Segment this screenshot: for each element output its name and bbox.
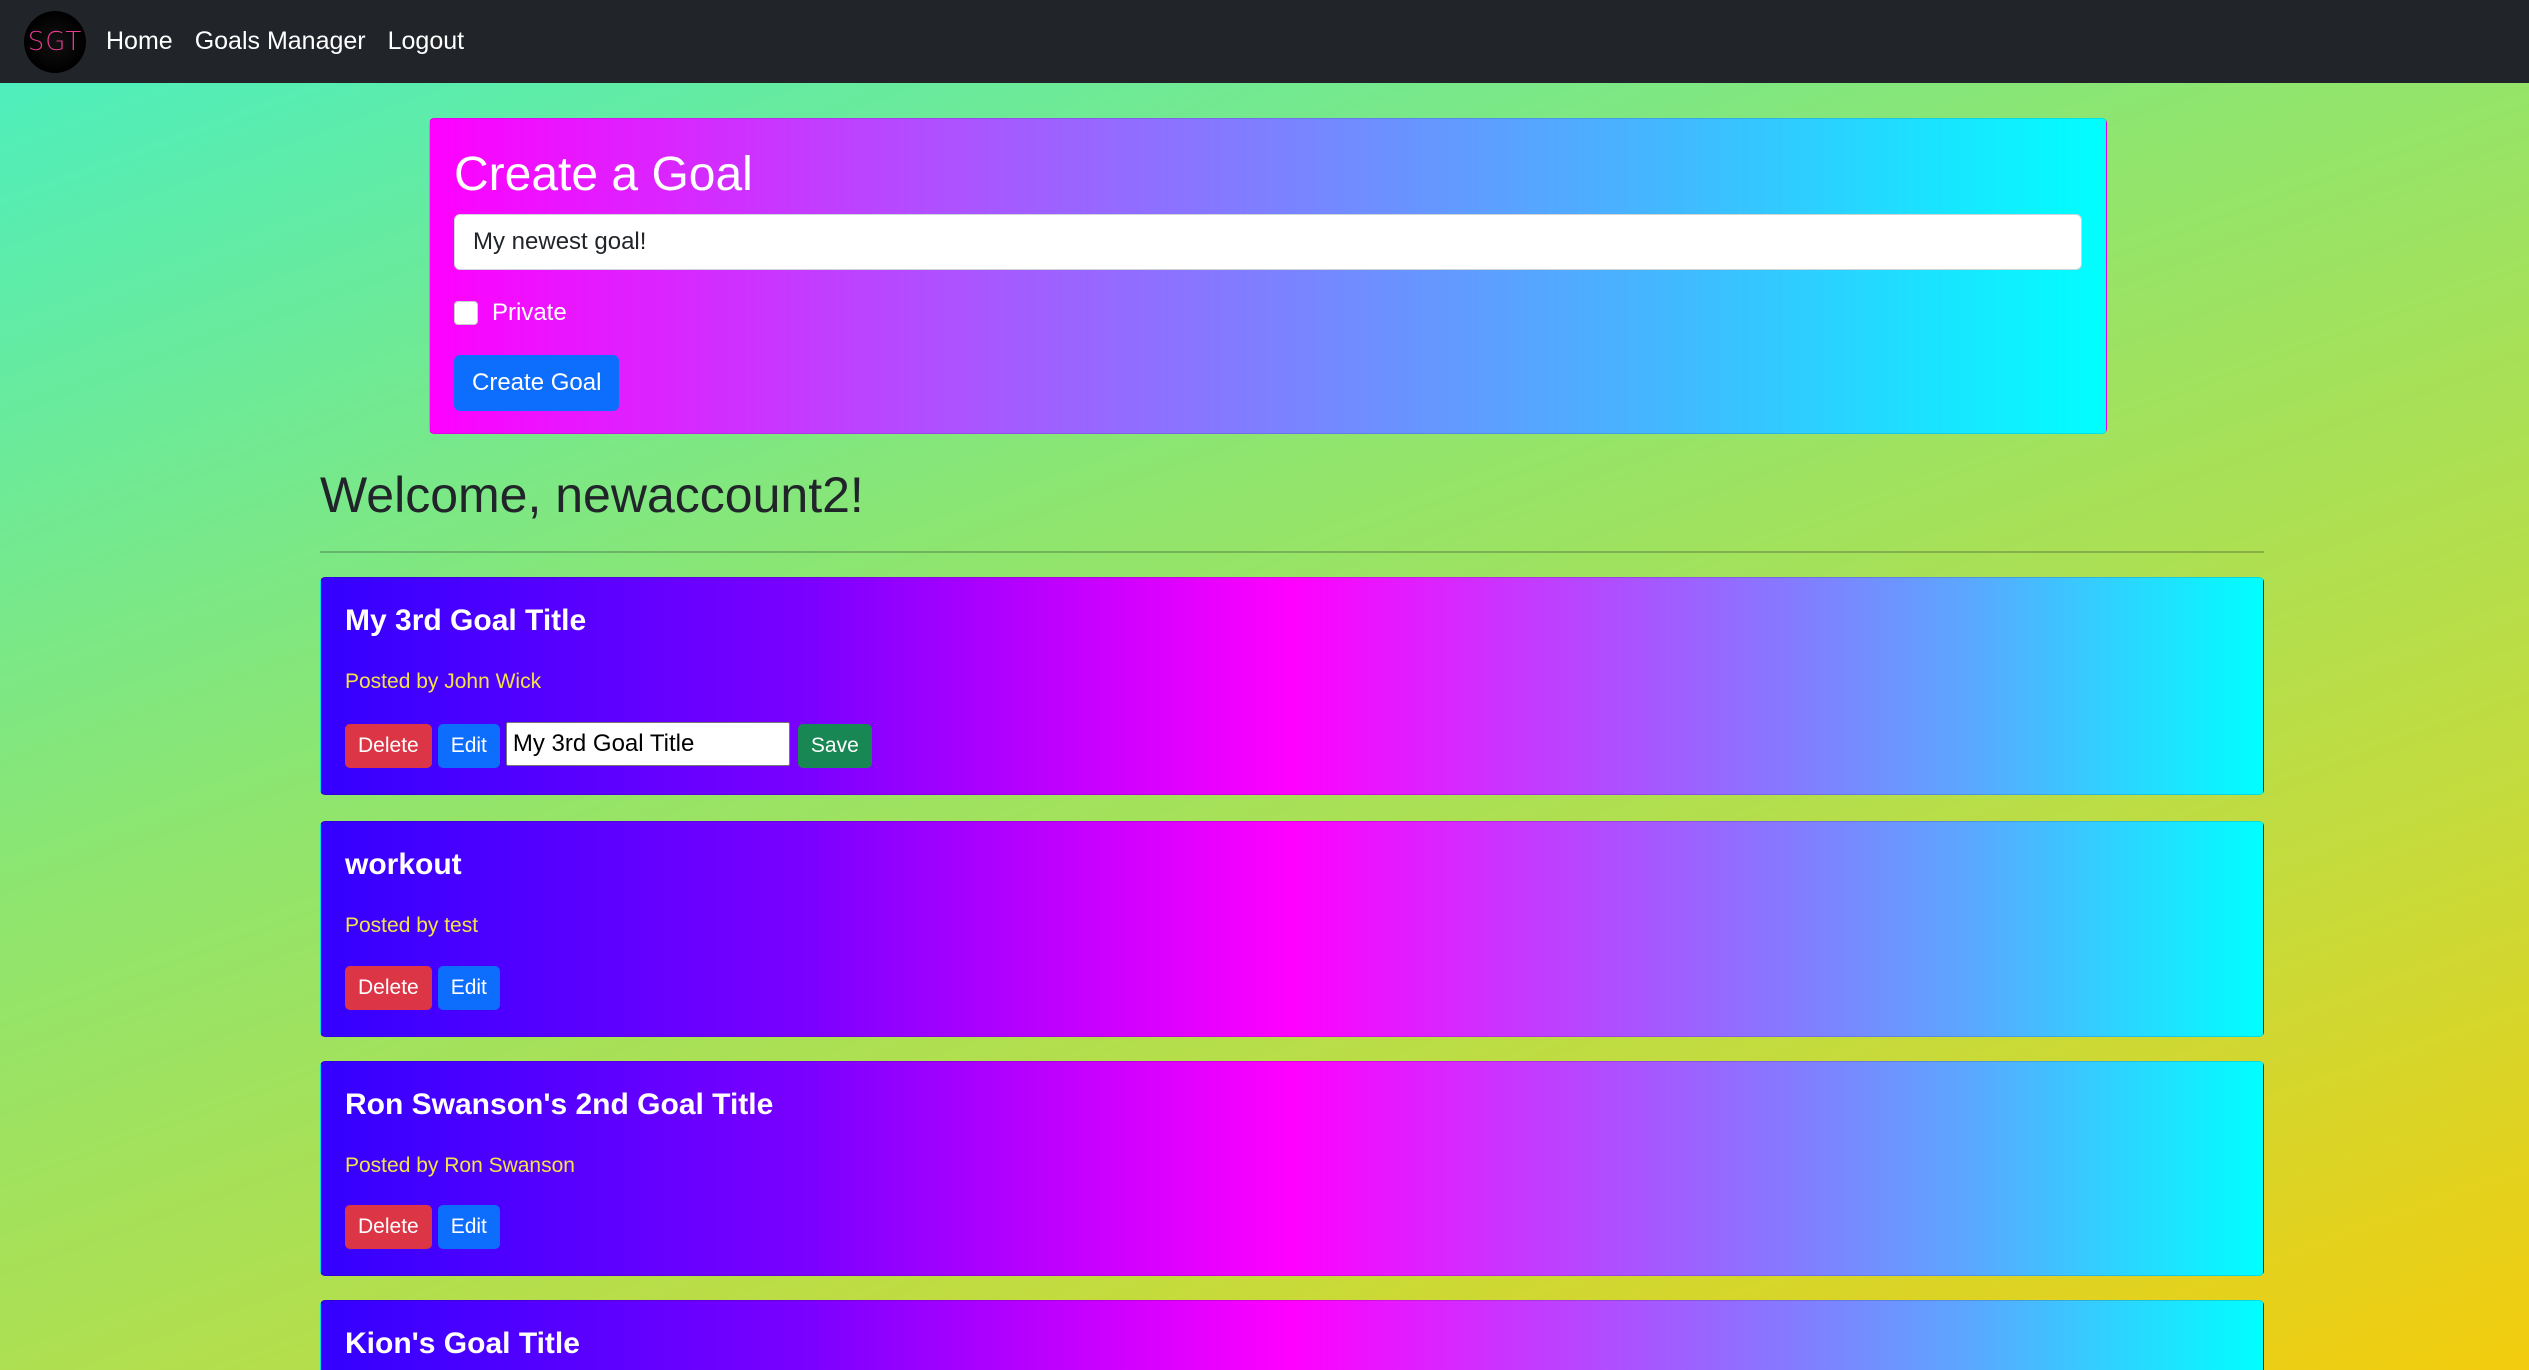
goal-actions: Delete Edit — [345, 1205, 506, 1249]
edit-button[interactable]: Edit — [437, 1205, 500, 1249]
nav-link-logout[interactable]: Logout — [388, 27, 464, 56]
goal-actions: Delete Edit — [345, 966, 506, 1010]
private-label: Private — [492, 299, 567, 326]
edit-title-input[interactable] — [505, 722, 790, 766]
delete-button[interactable]: Delete — [345, 1205, 432, 1249]
goal-card: Ron Swanson's 2nd Goal Title Posted by R… — [320, 1061, 2264, 1276]
goal-title: Ron Swanson's 2nd Goal Title — [345, 1088, 774, 1121]
create-goal-button[interactable]: Create Goal — [454, 355, 620, 411]
nav-link-home[interactable]: Home — [106, 27, 173, 56]
goal-title: workout — [345, 848, 462, 881]
private-option: Private — [454, 299, 567, 327]
navbar: SGT Home Goals Manager Logout — [0, 0, 2529, 83]
goal-card: My 3rd Goal Title Posted by John Wick De… — [320, 577, 2264, 795]
nav-link-goals-manager[interactable]: Goals Manager — [195, 27, 366, 56]
create-goal-title: Create a Goal — [454, 148, 753, 201]
edit-button[interactable]: Edit — [437, 966, 500, 1010]
goal-title: Kion's Goal Title — [345, 1327, 580, 1360]
welcome-heading: Welcome, newaccount2! — [320, 467, 864, 523]
logo-text: SGT — [27, 26, 83, 57]
goal-author: Posted by Ron Swanson — [345, 1154, 575, 1177]
delete-button[interactable]: Delete — [345, 724, 432, 768]
site-logo[interactable]: SGT — [24, 10, 86, 73]
divider — [320, 551, 2264, 553]
goal-actions: Delete Edit Save — [345, 722, 878, 768]
goal-author: Posted by John Wick — [345, 670, 542, 693]
goal-title-input[interactable] — [454, 214, 2082, 270]
private-checkbox[interactable] — [454, 301, 478, 325]
create-goal-card: Create a Goal Private Create Goal — [429, 118, 2107, 434]
delete-button[interactable]: Delete — [345, 966, 432, 1010]
save-button[interactable]: Save — [797, 724, 872, 768]
goal-title: My 3rd Goal Title — [345, 604, 587, 637]
goal-card: workout Posted by test Delete Edit — [320, 821, 2264, 1037]
edit-button[interactable]: Edit — [437, 724, 500, 768]
goal-card: Kion's Goal Title — [320, 1300, 2264, 1370]
goal-author: Posted by test — [345, 914, 479, 937]
